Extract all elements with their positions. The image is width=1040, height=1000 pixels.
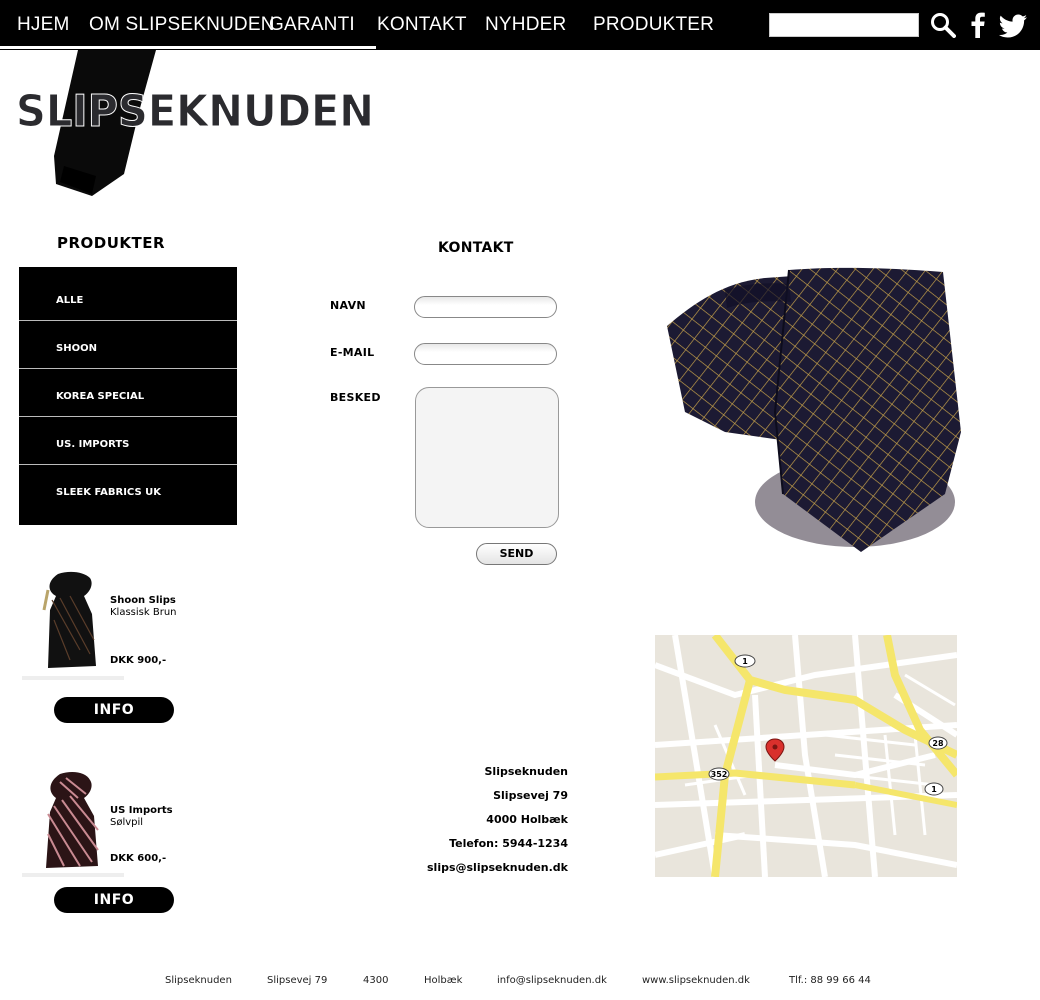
sidebar-title: PRODUKTER — [57, 234, 166, 252]
footer-company: Slipseknuden — [165, 975, 232, 986]
sidebar-item-label: ALLE — [56, 295, 84, 306]
address-street: Slipsevej 79 — [493, 789, 568, 802]
contact-title: KONTAKT — [438, 240, 514, 256]
footer-street: Slipsevej 79 — [267, 975, 328, 986]
sidebar-item-label: US. IMPORTS — [56, 439, 130, 450]
address-phone: Telefon: 5944-1234 — [449, 837, 568, 850]
nav-item-om-slipseknuden[interactable]: OM SLIPSEKNUDEN — [89, 14, 275, 36]
info-button[interactable]: INFO — [54, 887, 174, 913]
map-road-label: 352 — [711, 770, 728, 779]
email-label: E-MAIL — [330, 346, 375, 359]
sidebar-item-label: KOREA SPECIAL — [56, 391, 145, 402]
address-city: 4000 Holbæk — [486, 813, 568, 826]
nav-item-garanti[interactable]: GARANTI — [269, 14, 355, 36]
nav-item-kontakt[interactable]: KONTAKT — [377, 14, 467, 36]
product-name: US Imports — [110, 805, 173, 816]
twitter-icon[interactable] — [998, 14, 1028, 38]
footer-city: Holbæk — [424, 975, 463, 986]
message-field[interactable] — [415, 387, 559, 528]
product-card: Shoon Slips Klassisk Brun DKK 900,- INFO — [22, 568, 222, 728]
map-road-label: 1 — [742, 657, 748, 666]
sidebar-item-label: SHOON — [56, 343, 97, 354]
footer-email[interactable]: info@slipseknuden.dk — [497, 975, 607, 986]
logo-wordmark: SLIPSEKNUDEN — [16, 86, 374, 137]
address-company: Slipseknuden — [484, 765, 569, 778]
sidebar-item-shoon[interactable]: SHOON — [19, 321, 237, 369]
product-card: US Imports Sølvpil DKK 600,- INFO — [22, 768, 222, 918]
product-category-menu: ALLE SHOON KOREA SPECIAL US. IMPORTS SLE… — [19, 267, 237, 525]
product-image-tie[interactable] — [40, 570, 100, 670]
sidebar-item-us-imports[interactable]: US. IMPORTS — [19, 417, 237, 465]
sidebar-item-korea-special[interactable]: KOREA SPECIAL — [19, 369, 237, 417]
email-field[interactable] — [414, 343, 557, 365]
message-label: BESKED — [330, 391, 381, 404]
name-field[interactable] — [414, 296, 557, 318]
sidebar-item-label: SLEEK FABRICS UK — [56, 487, 162, 498]
sidebar-item-sleek-fabrics-uk[interactable]: SLEEK FABRICS UK — [19, 465, 237, 525]
sidebar-item-alle[interactable]: ALLE — [19, 267, 237, 321]
search-icon[interactable] — [930, 12, 956, 38]
footer-zip: 4300 — [363, 975, 389, 986]
product-divider — [22, 873, 124, 877]
address-email[interactable]: slips@slipseknuden.dk — [427, 861, 568, 874]
map-road-label: 1 — [931, 785, 937, 794]
map-pin-icon[interactable] — [765, 738, 785, 762]
product-divider — [22, 676, 124, 680]
location-map[interactable]: 1 352 28 1 — [655, 635, 957, 877]
info-button[interactable]: INFO — [54, 697, 174, 723]
top-nav-bar: HJEM OM SLIPSEKNUDEN GARANTI KONTAKT NYH… — [0, 0, 1040, 50]
site-logo[interactable]: SLIPSEKNUDEN — [0, 46, 380, 196]
facebook-icon[interactable] — [970, 12, 986, 38]
product-subtitle: Klassisk Brun — [110, 607, 177, 618]
product-name: Shoon Slips — [110, 595, 176, 606]
name-label: NAVN — [330, 299, 366, 312]
product-image-tie[interactable] — [40, 770, 102, 870]
nav-item-nyhder[interactable]: NYHDER — [485, 14, 566, 36]
product-price: DKK 900,- — [110, 655, 167, 666]
send-button[interactable]: SEND — [476, 543, 557, 565]
hero-tie-image — [665, 262, 965, 554]
search-input[interactable] — [769, 13, 919, 37]
nav-item-hjem[interactable]: HJEM — [17, 14, 70, 36]
map-road-label: 28 — [932, 739, 944, 748]
nav-item-produkter[interactable]: PRODUKTER — [593, 14, 714, 36]
product-subtitle: Sølvpil — [110, 817, 144, 828]
footer-phone: Tlf.: 88 99 66 44 — [789, 975, 871, 986]
product-price: DKK 600,- — [110, 853, 167, 864]
footer-website[interactable]: www.slipseknuden.dk — [642, 975, 750, 986]
